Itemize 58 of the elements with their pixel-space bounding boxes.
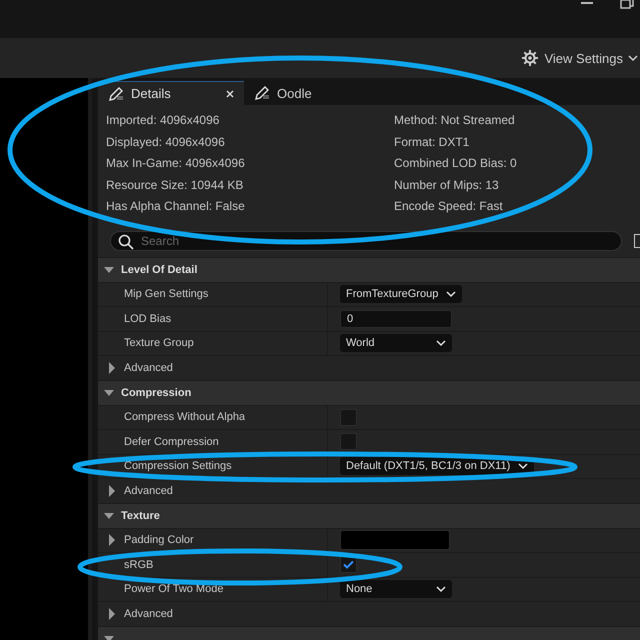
chevron-icon: [446, 290, 456, 298]
collapsed-triangle-icon[interactable]: [108, 534, 116, 546]
section-title: Compression: [121, 386, 192, 398]
info-text: Combined LOD Bias: 0: [394, 155, 517, 172]
property-label: Compress Without Alpha: [123, 411, 246, 424]
group-label: Advanced: [124, 484, 173, 497]
property-label: sRGB: [123, 558, 154, 571]
collapsed-triangle-icon[interactable]: [108, 484, 116, 497]
property-label: Defer Compression: [123, 436, 219, 448]
panel-tab[interactable]: Details: [98, 81, 244, 105]
pencil-icon: [254, 85, 270, 101]
property-label: LOD Bias: [123, 312, 172, 325]
collapsed-triangle-icon[interactable]: [108, 362, 116, 374]
chevron-icon: [628, 54, 638, 62]
group-label: Advanced: [124, 362, 173, 374]
dropdown[interactable]: World: [340, 334, 452, 352]
section-header[interactable]: Level Of Detail: [98, 256, 640, 282]
property-label: Compression Settings: [123, 460, 232, 472]
checkbox[interactable]: [340, 433, 357, 450]
section-title: Texture: [121, 510, 160, 522]
restore-icon[interactable]: [620, 0, 634, 10]
dropdown[interactable]: None: [340, 580, 452, 598]
check-icon: [343, 560, 354, 570]
info-text: Has Alpha Channel: False: [106, 198, 246, 215]
chevron-icon: [436, 586, 446, 593]
number-field[interactable]: 0: [340, 310, 452, 328]
view-settings-button[interactable]: View Settings: [521, 49, 640, 67]
info-text: Displayed: 4096x4096: [106, 134, 226, 150]
chevron-icon: [436, 340, 446, 347]
section-header[interactable]: Compression: [98, 380, 640, 404]
dropdown-value: FromTextureGroup: [346, 288, 438, 300]
property-label: Padding Color: [124, 534, 194, 546]
section-title: Level Of Detail: [121, 264, 198, 276]
info-text: Method: Not Streamed: [394, 112, 516, 129]
color-swatch[interactable]: [340, 530, 450, 550]
pencil-icon: [108, 86, 124, 102]
dropdown-value: Default (DXT1/5, BC1/3 on DX11): [346, 460, 510, 472]
property-label: Texture Group: [123, 337, 194, 350]
close-icon[interactable]: [226, 90, 234, 98]
info-text: Imported: 4096x4096: [106, 112, 220, 129]
dropdown-value: World: [346, 337, 375, 350]
panel-tab[interactable]: Oodle: [244, 81, 322, 105]
property-label: Mip Gen Settings: [123, 288, 208, 300]
group-label: Advanced: [124, 608, 173, 620]
info-text: Number of Mips: 13: [394, 176, 500, 194]
collapsed-triangle-icon[interactable]: [108, 608, 116, 620]
dropdown[interactable]: FromTextureGroup: [340, 285, 462, 304]
gear-icon: [521, 49, 540, 67]
section-header[interactable]: Texture: [98, 502, 640, 528]
info-text: Format: DXT1: [394, 134, 470, 150]
tab-label: Oodle: [277, 86, 312, 100]
info-text: Max In-Game: 4096x4096: [106, 155, 246, 172]
property-label: Power Of Two Mode: [123, 583, 224, 596]
info-text: Encode Speed: Fast: [394, 198, 504, 215]
chevron-icon: [518, 462, 528, 470]
tab-label: Details: [131, 86, 171, 101]
dropdown-value: None: [346, 583, 372, 596]
info-text: Resource Size: 10944 KB: [106, 176, 244, 194]
